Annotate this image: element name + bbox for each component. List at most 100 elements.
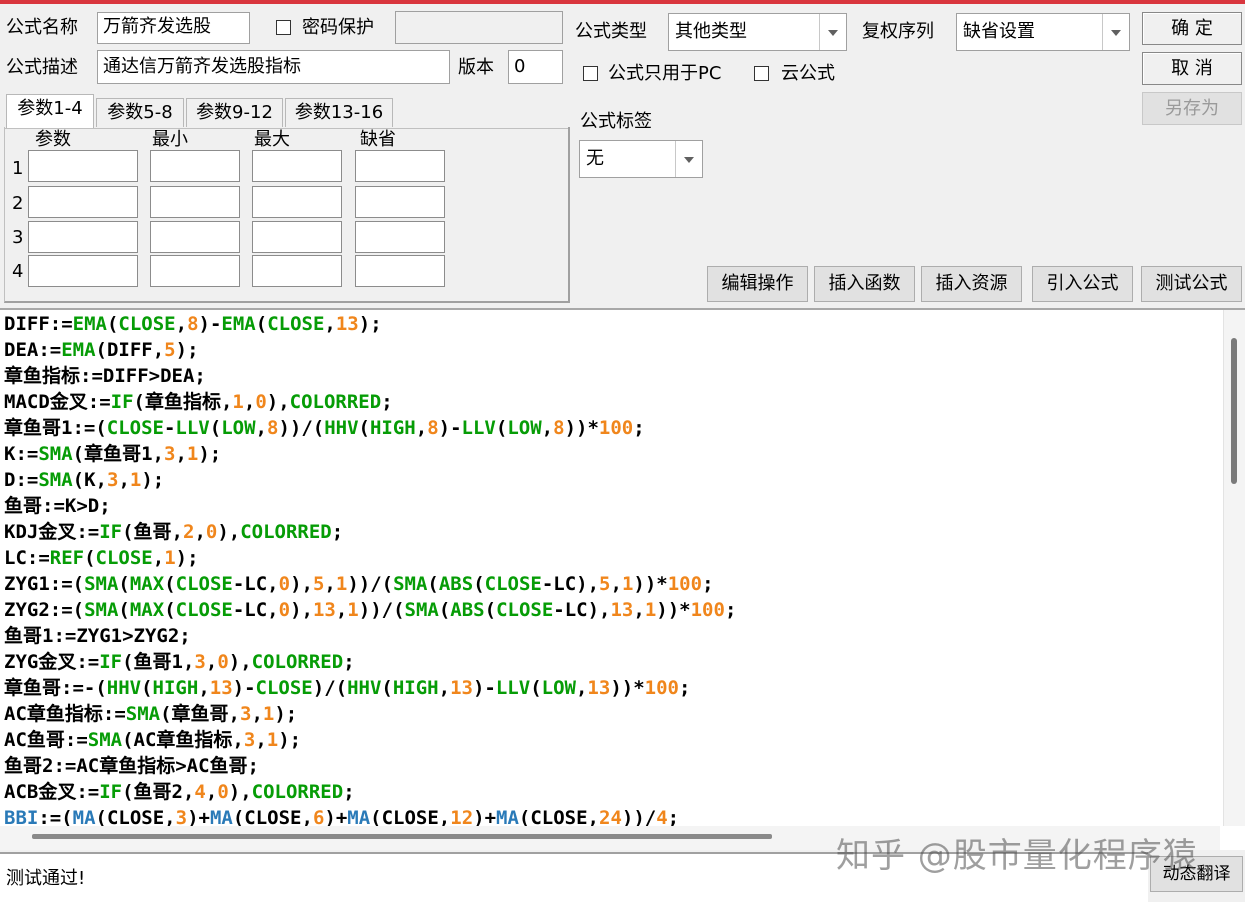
tab-params-5-8[interactable]: 参数5-8 bbox=[96, 98, 184, 127]
code-token: , bbox=[175, 443, 187, 465]
code-token: SMA bbox=[125, 703, 161, 725]
ok-button[interactable]: 确 定 bbox=[1142, 12, 1242, 45]
code-token: , bbox=[324, 573, 336, 595]
code-token: , bbox=[152, 547, 165, 569]
password-checkbox[interactable] bbox=[276, 20, 291, 35]
vertical-scroll-thumb[interactable] bbox=[1231, 338, 1237, 484]
code-token: CLOSE bbox=[175, 573, 233, 595]
code-token: (章鱼哥1, bbox=[72, 443, 164, 465]
code-line: ZYG2:=(SMA(MAX(CLOSE-LC,0),13,1))/(SMA(A… bbox=[4, 597, 1219, 623]
param-input[interactable] bbox=[150, 186, 240, 218]
param-input[interactable] bbox=[28, 255, 138, 287]
chevron-down-icon[interactable] bbox=[1102, 14, 1129, 50]
cancel-button[interactable]: 取 消 bbox=[1142, 52, 1242, 85]
formula-desc-input[interactable]: 通达信万箭齐发选股指标 bbox=[97, 50, 450, 84]
code-token: , bbox=[438, 677, 451, 699]
param-input[interactable] bbox=[252, 255, 342, 287]
code-token: ; bbox=[633, 417, 645, 439]
code-token: HHV bbox=[347, 677, 382, 699]
formula-tag-select[interactable]: 无 bbox=[579, 140, 703, 178]
version-input[interactable]: 0 bbox=[508, 50, 563, 84]
param-input[interactable] bbox=[150, 255, 240, 287]
formula-type-label: 公式类型 bbox=[575, 21, 647, 42]
param-input[interactable] bbox=[28, 150, 138, 182]
horizontal-scroll-thumb[interactable] bbox=[32, 834, 772, 839]
code-token: (鱼哥, bbox=[122, 521, 183, 543]
code-token: ), bbox=[228, 781, 252, 803]
code-token: HIGH bbox=[152, 677, 199, 699]
pc-only-checkbox[interactable] bbox=[583, 66, 598, 81]
code-token: IF bbox=[99, 781, 123, 803]
code-token: ); bbox=[358, 313, 382, 335]
chevron-down-icon[interactable] bbox=[675, 141, 702, 177]
tab-params-1-4[interactable]: 参数1-4 bbox=[6, 94, 94, 128]
code-token: 8 bbox=[187, 313, 199, 335]
code-token: -LC, bbox=[232, 599, 279, 621]
param-input[interactable] bbox=[252, 221, 342, 253]
param-input[interactable] bbox=[355, 221, 445, 253]
param-input[interactable] bbox=[28, 221, 138, 253]
tab-params-9-12[interactable]: 参数9-12 bbox=[186, 98, 283, 127]
code-token: IF bbox=[99, 521, 123, 543]
code-token: (AC章鱼指标, bbox=[122, 729, 244, 751]
code-token: , bbox=[198, 677, 210, 699]
param-input[interactable] bbox=[252, 186, 342, 218]
param-input[interactable] bbox=[355, 150, 445, 182]
code-token: CLOSE bbox=[118, 313, 176, 335]
cloud-label: 云公式 bbox=[781, 63, 835, 84]
code-token: - bbox=[163, 417, 176, 439]
code-token: -LC), bbox=[541, 573, 600, 595]
code-token: AC鱼哥:= bbox=[4, 729, 88, 751]
param-row-number: 3 bbox=[12, 227, 24, 248]
code-token: LOW bbox=[507, 417, 542, 439]
code-token: 100 bbox=[644, 677, 679, 699]
password-input[interactable] bbox=[395, 11, 563, 44]
fq-sequence-select[interactable]: 缺省设置 bbox=[956, 13, 1130, 51]
code-token: CLOSE bbox=[267, 313, 325, 335]
import-formula-button[interactable]: 引入公式 bbox=[1032, 266, 1133, 302]
code-token: 0 bbox=[217, 651, 229, 673]
param-input[interactable] bbox=[355, 186, 445, 218]
fq-sequence-value: 缺省设置 bbox=[963, 21, 1035, 42]
code-token: K:= bbox=[4, 443, 39, 465]
code-token: ; bbox=[724, 599, 737, 621]
code-editor[interactable]: DIFF:=EMA(CLOSE,8)-EMA(CLOSE,13); DEA:=EM… bbox=[0, 308, 1245, 850]
code-token: SMA bbox=[84, 573, 119, 595]
save-as-button[interactable]: 另存为 bbox=[1142, 92, 1242, 125]
code-token: 5 bbox=[599, 573, 611, 595]
param-input[interactable] bbox=[355, 255, 445, 287]
code-line: KDJ金叉:=IF(鱼哥,2,0),COLORRED; bbox=[4, 519, 1219, 545]
tab-params-13-16[interactable]: 参数13-16 bbox=[285, 98, 393, 127]
code-token: ( bbox=[141, 677, 153, 699]
param-input[interactable] bbox=[150, 150, 240, 182]
code-token: EMA bbox=[221, 313, 256, 335]
code-token: REF bbox=[49, 547, 85, 569]
code-token: ( bbox=[255, 313, 268, 335]
param-input[interactable] bbox=[28, 186, 138, 218]
param-input[interactable] bbox=[150, 221, 240, 253]
insert-function-button[interactable]: 插入函数 bbox=[814, 266, 915, 302]
code-token: KDJ金叉:= bbox=[4, 521, 100, 543]
cloud-checkbox[interactable] bbox=[754, 66, 769, 81]
code-token: ))* bbox=[633, 573, 668, 595]
edit-operation-button[interactable]: 编辑操作 bbox=[707, 266, 808, 302]
code-token: , bbox=[575, 677, 588, 699]
code-token: LC:= bbox=[4, 547, 50, 569]
code-token: LOW bbox=[541, 677, 576, 699]
code-token: 3 bbox=[163, 443, 176, 465]
code-token: SMA bbox=[404, 599, 439, 621]
code-token: SMA bbox=[393, 573, 428, 595]
param-input[interactable] bbox=[252, 150, 342, 182]
code-text[interactable]: DIFF:=EMA(CLOSE,8)-EMA(CLOSE,13); DEA:=EM… bbox=[4, 311, 1219, 831]
insert-resource-button[interactable]: 插入资源 bbox=[921, 266, 1022, 302]
code-token: DIFF:= bbox=[4, 313, 73, 335]
code-token: ); bbox=[198, 443, 222, 465]
chevron-down-icon[interactable] bbox=[819, 14, 846, 50]
test-formula-button[interactable]: 测试公式 bbox=[1141, 266, 1242, 302]
formula-type-select[interactable]: 其他类型 bbox=[668, 13, 847, 51]
code-token: ))* bbox=[564, 417, 599, 439]
code-token: ); bbox=[274, 703, 298, 725]
code-token: CLOSE bbox=[106, 417, 164, 439]
formula-name-input[interactable]: 万箭齐发选股 bbox=[97, 12, 250, 44]
code-token: 13 bbox=[610, 599, 634, 621]
